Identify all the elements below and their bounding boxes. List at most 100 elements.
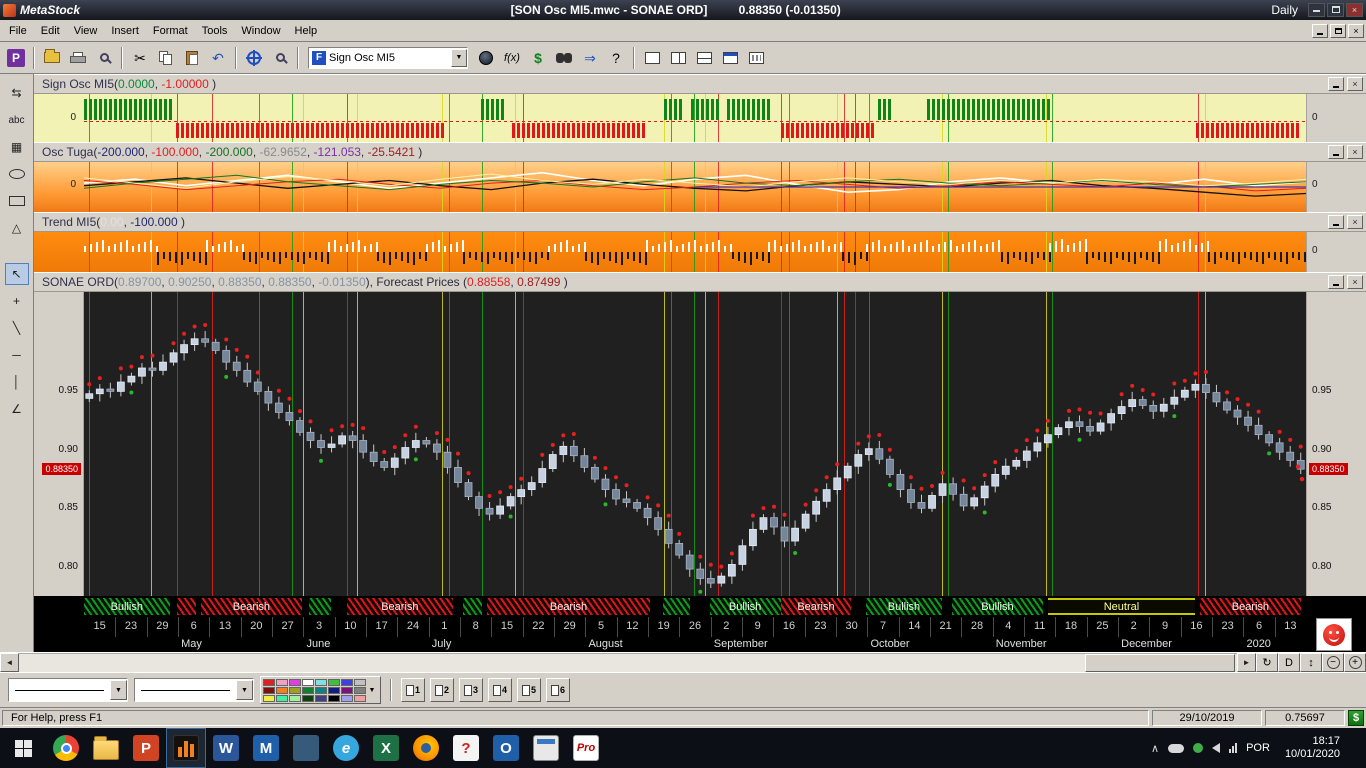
panel-restore-button[interactable] [1328,275,1344,289]
taskbar-app-excel[interactable]: X [366,728,406,768]
layout-grid-button[interactable] [744,46,768,70]
vertical-line-tool[interactable]: │ [5,371,29,393]
crosshair-button[interactable] [242,46,266,70]
sync-icon[interactable] [1193,743,1203,753]
color-swatch[interactable] [263,695,275,702]
color-swatch[interactable] [263,687,275,694]
scroll-left-button[interactable]: ◄ [0,653,19,672]
panel-close-button[interactable]: × [1347,275,1363,289]
taskbar-app-internet-explorer[interactable]: e [326,728,366,768]
combo-dropdown-button[interactable]: ▼ [451,49,467,67]
power-console-button[interactable]: P [4,46,28,70]
trend-plot[interactable] [84,232,1306,272]
periodicity-button[interactable]: D [1278,653,1300,672]
color-swatch[interactable] [276,687,288,694]
start-button[interactable] [0,728,46,768]
paste-button[interactable] [180,46,204,70]
taskbar-app-chrome[interactable] [46,728,86,768]
cloud-icon[interactable] [1168,744,1184,753]
explorer-button[interactable] [474,46,498,70]
arrange-icons-button[interactable] [718,46,742,70]
network-icon[interactable] [1229,743,1237,753]
taskbar-app-window[interactable] [526,728,566,768]
scroll-right-button[interactable]: ► [1237,653,1256,672]
print-button[interactable] [66,46,90,70]
menu-window[interactable]: Window [234,22,287,40]
menu-file[interactable]: File [2,22,34,40]
color-swatch[interactable] [354,695,366,702]
indicator-builder-button[interactable]: f(x) [500,46,524,70]
taskbar-app-firefox[interactable] [406,728,446,768]
palette-dropdown-icon[interactable]: ▼ [366,687,378,694]
menu-help[interactable]: Help [288,22,325,40]
panel-header-price[interactable]: SONAE ORD (0.89700, 0.90250, 0.88350, 0.… [34,272,1366,292]
taskbar-app-outlook[interactable]: O [486,728,526,768]
window-minimize-button[interactable] [1308,3,1325,17]
color-swatch[interactable] [341,695,353,702]
text-tool[interactable]: abc [5,109,29,131]
open-file-button[interactable] [40,46,64,70]
panel-header-osc-tuga[interactable]: Osc Tuga (-200.000, -100.000, -200.000, … [34,142,1366,162]
panel-close-button[interactable]: × [1347,77,1363,91]
color-swatch[interactable] [302,687,314,694]
panel-restore-button[interactable] [1328,77,1344,91]
menu-tools[interactable]: Tools [195,22,235,40]
pointer-tool[interactable]: ↖ [5,263,29,285]
color-swatch[interactable] [315,695,327,702]
scrollbar-thumb[interactable] [1085,654,1235,672]
move-chart-button[interactable]: ↕ [1300,653,1322,672]
price-plot[interactable] [84,292,1306,596]
color-swatch[interactable] [315,687,327,694]
menu-insert[interactable]: Insert [104,22,146,40]
menu-format[interactable]: Format [146,22,195,40]
color-swatch[interactable] [328,687,340,694]
refresh-button[interactable]: ↻ [1256,653,1278,672]
taskbar-app-metastock-chart[interactable] [166,728,206,768]
undo-button[interactable]: ↶ [206,46,230,70]
layout-button-3[interactable]: 3 [459,678,483,702]
menu-view[interactable]: View [67,22,105,40]
volume-icon[interactable] [1212,743,1220,753]
color-swatch[interactable] [289,695,301,702]
layout-button-2[interactable]: 2 [430,678,454,702]
window-maximize-button[interactable] [1327,3,1344,17]
hidden-icons-chevron[interactable]: ∧ [1151,742,1159,755]
expert-advisor-corner[interactable] [1316,618,1352,651]
zoom-in-button[interactable]: + [1344,653,1366,672]
line-style-dropdown[interactable]: ▼ [110,680,127,700]
ellipse-tool[interactable] [5,163,29,185]
color-swatch[interactable] [263,679,275,686]
color-swatch[interactable] [289,687,301,694]
zoom-button[interactable] [268,46,292,70]
color-swatch[interactable] [328,679,340,686]
layout-button-5[interactable]: 5 [517,678,541,702]
color-swatch[interactable] [354,687,366,694]
forecaster-button[interactable]: ⇒ [578,46,602,70]
taskbar-app-help[interactable]: ? [446,728,486,768]
sign-osc-plot[interactable] [84,94,1306,142]
zoom-out-button[interactable]: − [1322,653,1344,672]
taskbar-app-pro[interactable]: Pro [566,728,606,768]
horizontal-line-tool[interactable]: ─ [5,344,29,366]
print-preview-button[interactable] [92,46,116,70]
taskbar-clock[interactable]: 18:17 10/01/2020 [1279,735,1346,761]
tile-vertical-button[interactable] [666,46,690,70]
color-swatch[interactable] [328,695,340,702]
menu-edit[interactable]: Edit [34,22,67,40]
color-swatch[interactable] [354,679,366,686]
layout-button-4[interactable]: 4 [488,678,512,702]
color-swatch[interactable] [276,679,288,686]
color-swatch[interactable] [289,679,301,686]
taskbar-app-metastock[interactable]: M [246,728,286,768]
color-swatch[interactable] [341,687,353,694]
grid-tool[interactable]: ▦ [5,136,29,158]
pan-tool[interactable]: ⇆ [5,82,29,104]
triangle-tool[interactable]: △ [5,217,29,239]
system-tester-button[interactable]: $ [526,46,550,70]
indicator-combobox[interactable]: F Sign Osc MI5 ▼ [308,47,468,69]
taskbar-app-explorer[interactable] [86,728,126,768]
trendline-tool[interactable]: ╲ [5,317,29,339]
color-swatch[interactable] [302,695,314,702]
copy-button[interactable] [154,46,178,70]
line-style-combobox[interactable]: ▼ [8,678,128,702]
